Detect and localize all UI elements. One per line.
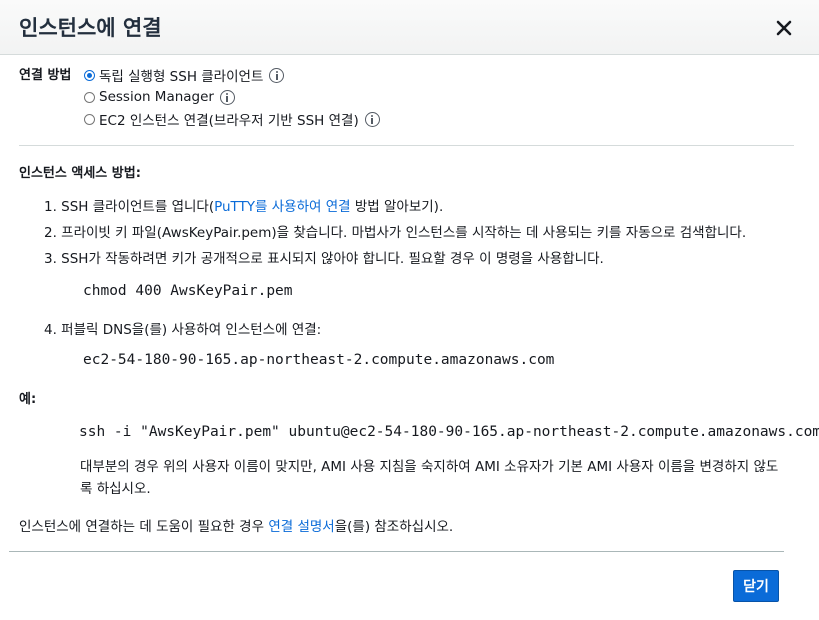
connection-method-label: 연결 방법 — [19, 68, 72, 83]
radio-standalone-ssh[interactable] — [84, 69, 95, 81]
option-session-manager-label[interactable]: Session Manager — [99, 89, 214, 105]
connection-guide-link[interactable]: 연결 설명서 — [268, 519, 334, 535]
access-method-title: 인스턴스 액세스 방법: — [19, 166, 141, 181]
option-standalone-ssh[interactable]: 독립 실행형 SSH 클라이언트 — [84, 65, 285, 85]
putty-guide-link[interactable]: PuTTY를 사용하여 연결 — [214, 199, 350, 215]
modal-header: 인스턴스에 연결 — [0, 0, 819, 55]
option-ec2-instance-connect-label[interactable]: EC2 인스턴스 연결(브라우저 기반 SSH 연결) — [99, 109, 359, 129]
radio-session-manager[interactable] — [84, 91, 95, 103]
help-prefix: 인스턴스에 연결하는 데 도움이 필요한 경우 — [19, 519, 269, 535]
option-ec2-instance-connect[interactable]: EC2 인스턴스 연결(브라우저 기반 SSH 연결) — [84, 109, 380, 129]
chmod-command: chmod 400 AwsKeyPair.pem — [83, 283, 293, 299]
step-3: 3. SSH가 작동하려면 키가 공개적으로 표시되지 않아야 합니다. 필요할… — [44, 251, 604, 267]
help-text: 인스턴스에 연결하는 데 도움이 필요한 경우 연결 설명서을(를) 참조하십시… — [19, 515, 453, 535]
section-divider — [19, 145, 794, 146]
radio-ec2-instance-connect[interactable] — [84, 113, 95, 125]
step-4: 4. 퍼블릭 DNS을(를) 사용하여 인스턴스에 연결: — [44, 322, 322, 338]
step-1: 1. SSH 클라이언트를 엽니다(PuTTY를 사용하여 연결 방법 알아보기… — [44, 195, 443, 215]
help-suffix: 을(를) 참조하십시오. — [334, 519, 454, 535]
ssh-example-command: ssh -i "AwsKeyPair.pem" ubuntu@ec2-54-18… — [79, 424, 819, 440]
info-icon[interactable] — [364, 111, 380, 127]
example-label: 예: — [19, 392, 37, 407]
info-icon[interactable] — [269, 67, 285, 83]
option-session-manager[interactable]: Session Manager — [84, 87, 235, 107]
footer-divider — [9, 551, 784, 552]
modal-title: 인스턴스에 연결 — [19, 16, 162, 40]
username-note: 대부분의 경우 위의 사용자 이름이 맞지만, AMI 사용 지침을 숙지하여 … — [80, 459, 779, 497]
public-dns: ec2-54-180-90-165.ap-northeast-2.compute… — [83, 352, 555, 368]
close-icon[interactable] — [772, 16, 796, 40]
close-button[interactable]: 닫기 — [733, 570, 779, 602]
option-standalone-ssh-label[interactable]: 독립 실행형 SSH 클라이언트 — [99, 65, 263, 85]
info-icon[interactable] — [219, 89, 235, 105]
step-1-prefix: 1. SSH 클라이언트를 엽니다( — [44, 199, 215, 215]
step-1-suffix: 방법 알아보기). — [350, 199, 444, 215]
step-2: 2. 프라이빗 키 파일(AwsKeyPair.pem)을 찾습니다. 마법사가… — [44, 225, 747, 241]
